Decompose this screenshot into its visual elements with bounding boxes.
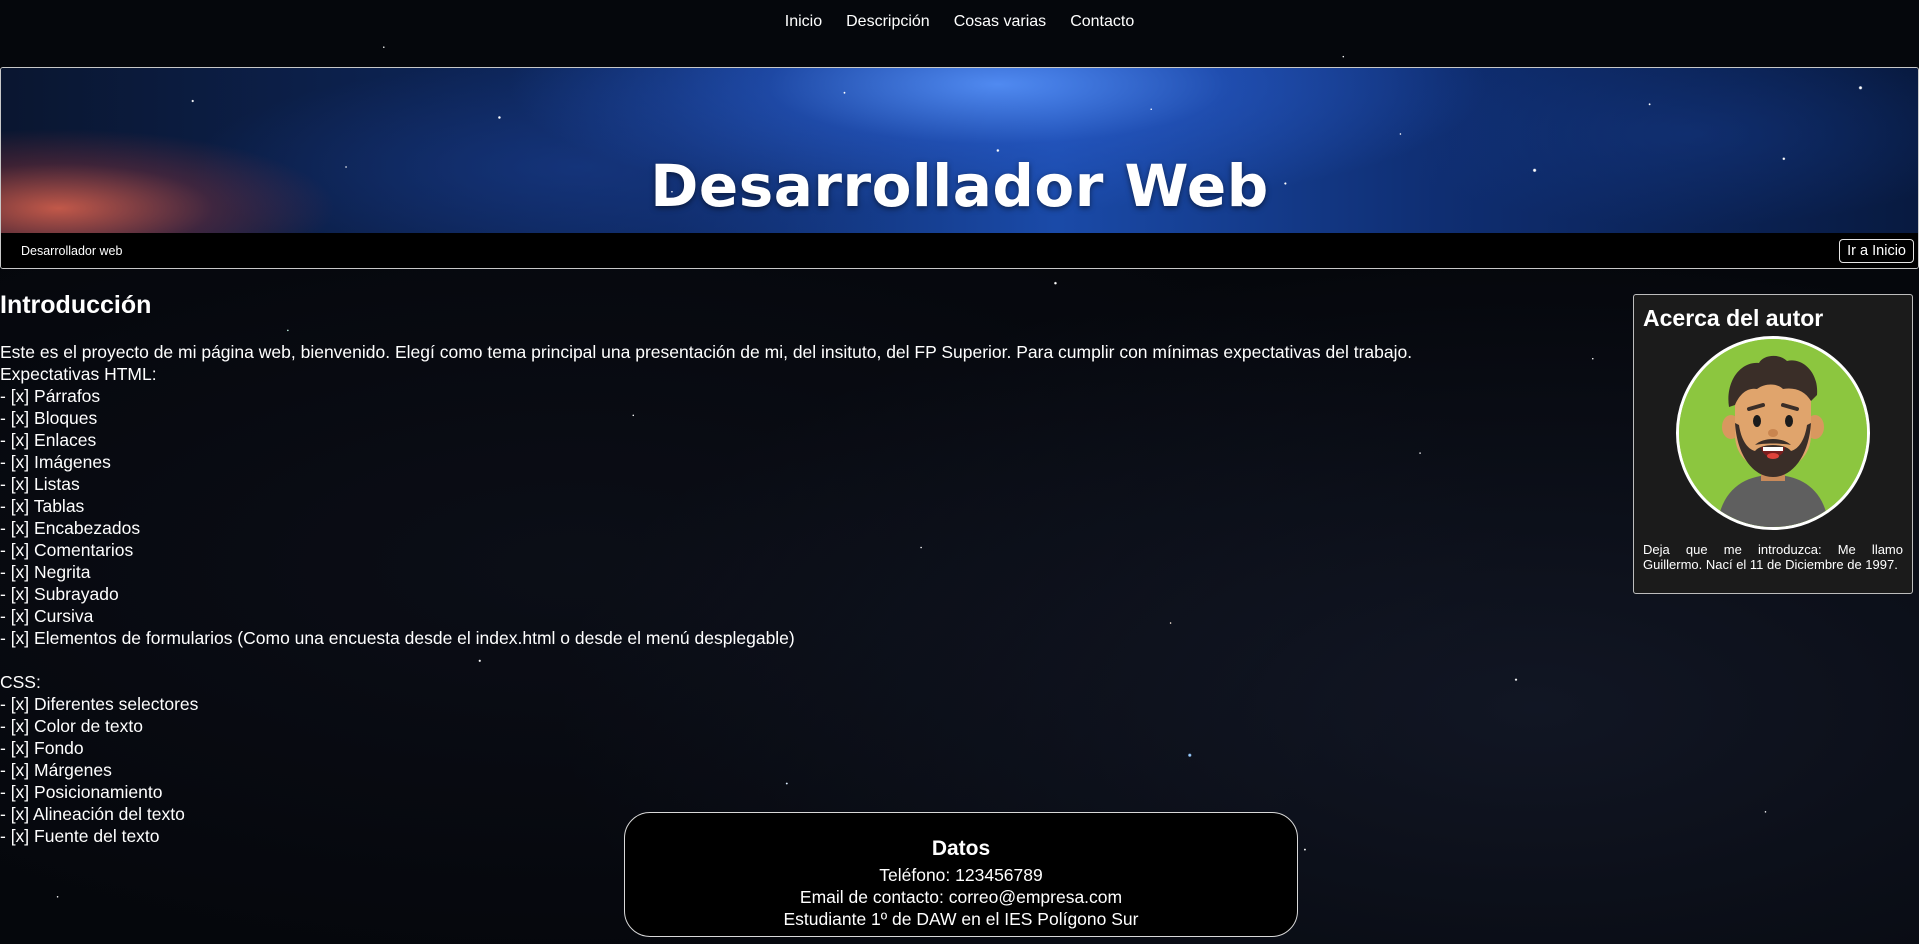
- list-item: - [x] Encabezados: [0, 518, 141, 538]
- intro-paragraph: Este es el proyecto de mi página web, bi…: [0, 342, 1413, 362]
- list-item: - [x] Subrayado: [0, 584, 119, 604]
- contact-phone: Teléfono: 123456789: [879, 865, 1043, 885]
- contact-email: Email de contacto: correo@empresa.com: [799, 887, 1123, 907]
- about-author-title: Acerca del autor: [1643, 305, 1824, 331]
- header-bar: Desarrollador web Ir a Inicio: [1, 233, 1918, 268]
- html-checklist: - [x] Párrafos - [x] Bloques - [x] Enlac…: [0, 385, 1612, 649]
- contact-student-info: Estudiante 1º de DAW en el IES Polígono …: [783, 909, 1139, 929]
- list-item: - [x] Diferentes selectores: [0, 694, 199, 714]
- author-bio: Deja que me introduzca: Me llamo Guiller…: [1643, 542, 1903, 572]
- section-heading: Introducción: [0, 291, 152, 319]
- list-item: - [x] Comentarios: [0, 540, 134, 560]
- list-item: - [x] Color de texto: [0, 716, 143, 736]
- header-banner: Desarrollador Web Desarrollador web Ir a…: [0, 67, 1919, 269]
- contact-data-title: Datos: [931, 837, 991, 860]
- contact-data-box: Datos Teléfono: 123456789 Email de conta…: [624, 812, 1298, 937]
- css-expectations-label: CSS:: [0, 672, 41, 692]
- page-title: Desarrollador Web: [650, 152, 1269, 220]
- list-item: - [x] Bloques: [0, 408, 98, 428]
- nav-link-cosas-varias[interactable]: Cosas varias: [954, 13, 1046, 31]
- author-avatar: [1676, 336, 1870, 530]
- list-item: - [x] Imágenes: [0, 452, 111, 472]
- list-item: - [x] Tablas: [0, 496, 85, 516]
- list-item: - [x] Fondo: [0, 738, 84, 758]
- about-author-panel: Acerca del autor Deja que me introduzca:…: [1633, 294, 1913, 594]
- list-item: - [x] Párrafos: [0, 386, 101, 406]
- list-item: - [x] Elementos de formularios (Como una…: [0, 628, 795, 648]
- nav-link-contacto[interactable]: Contacto: [1070, 13, 1134, 31]
- bearded-man-avatar-icon: [1679, 339, 1867, 527]
- go-home-button[interactable]: Ir a Inicio: [1839, 238, 1914, 263]
- list-item: - [x] Listas: [0, 474, 80, 494]
- list-item: - [x] Negrita: [0, 562, 91, 582]
- nav-link-descripcion[interactable]: Descripción: [846, 13, 930, 31]
- list-item: - [x] Enlaces: [0, 430, 97, 450]
- html-expectations-label: Expectativas HTML:: [0, 364, 157, 384]
- list-item: - [x] Cursiva: [0, 606, 94, 626]
- list-item: - [x] Márgenes: [0, 760, 112, 780]
- top-navigation: Inicio Descripción Cosas varias Contacto: [0, 0, 1919, 44]
- main-content: Introducción Este es el proyecto de mi p…: [0, 291, 1612, 847]
- nav-link-inicio[interactable]: Inicio: [785, 13, 822, 31]
- header-subtitle: Desarrollador web: [21, 243, 123, 258]
- list-item: - [x] Posicionamiento: [0, 782, 163, 802]
